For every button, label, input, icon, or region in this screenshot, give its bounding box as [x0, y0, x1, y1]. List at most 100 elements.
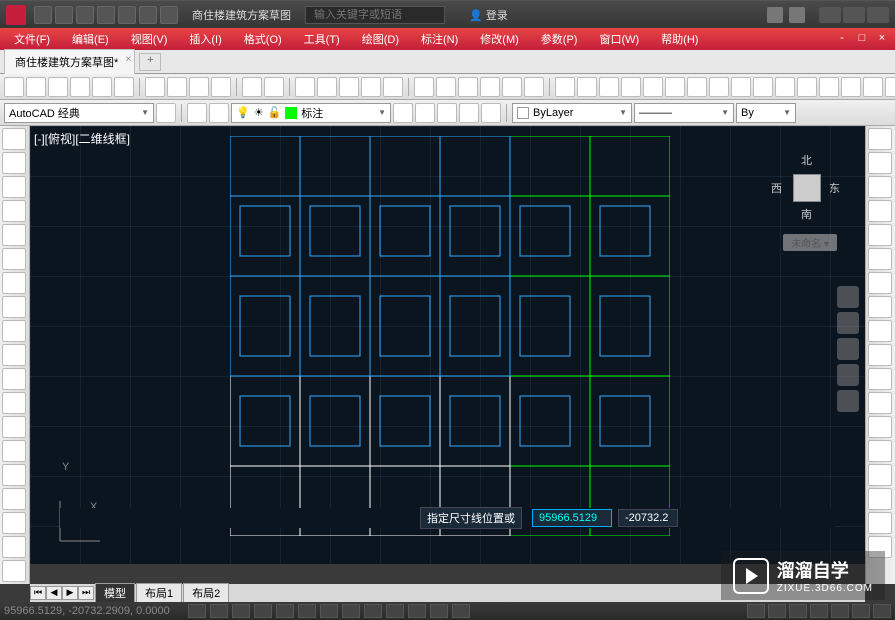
menu-parametric[interactable]: 参数(P) — [531, 28, 588, 50]
exchange-icon[interactable] — [767, 7, 783, 23]
layer-match-icon[interactable] — [481, 103, 501, 123]
isolate-objects-icon[interactable] — [852, 604, 870, 618]
qat-saveas-icon[interactable] — [97, 6, 115, 24]
login-link[interactable]: 👤 登录 — [469, 7, 508, 23]
erase-icon[interactable] — [868, 128, 892, 150]
ortho-mode-icon[interactable] — [232, 604, 250, 618]
menu-edit[interactable]: 编辑(E) — [62, 28, 119, 50]
dim-tolerance-icon[interactable] — [819, 77, 839, 97]
dyn-input-icon[interactable] — [364, 604, 382, 618]
doc-close-button[interactable]: × — [873, 32, 891, 46]
zoom-window-icon[interactable] — [339, 77, 359, 97]
view-cube[interactable]: 北 南 东 西 — [765, 146, 845, 226]
stretch-icon[interactable] — [868, 320, 892, 342]
lineweight-toggle-icon[interactable] — [386, 604, 404, 618]
otrack-icon[interactable] — [320, 604, 338, 618]
selection-cycling-icon[interactable] — [452, 604, 470, 618]
menu-help[interactable]: 帮助(H) — [651, 28, 708, 50]
viewport-label[interactable]: [-][俯视][二维线框] — [34, 130, 130, 147]
rotate-icon[interactable] — [868, 272, 892, 294]
cut-icon[interactable] — [145, 77, 165, 97]
view-name-dropdown[interactable]: 未命名 ▾ — [783, 234, 837, 251]
move-icon[interactable] — [868, 248, 892, 270]
preview-icon[interactable] — [92, 77, 112, 97]
doc-minimize-button[interactable]: - — [833, 32, 851, 46]
markup-icon[interactable] — [502, 77, 522, 97]
join-icon[interactable] — [868, 440, 892, 462]
drawing-canvas[interactable]: [-][俯视][二维线框] — [30, 126, 865, 564]
scale-icon[interactable] — [868, 296, 892, 318]
match-icon[interactable] — [211, 77, 231, 97]
dim-continue-icon[interactable] — [753, 77, 773, 97]
steering-wheel-icon[interactable] — [837, 286, 859, 308]
tab-prev-icon[interactable]: ◀ — [46, 586, 62, 600]
qat-undo-icon[interactable] — [139, 6, 157, 24]
tab-layout2[interactable]: 布局2 — [183, 583, 229, 603]
coord-y-input[interactable] — [618, 509, 678, 527]
undo-icon[interactable] — [242, 77, 262, 97]
viewcube-north[interactable]: 北 — [801, 152, 812, 168]
dim-jogged-icon[interactable] — [885, 77, 895, 97]
maximize-button[interactable] — [843, 7, 865, 23]
zoom-realtime-icon[interactable] — [383, 77, 403, 97]
design-center-icon[interactable] — [436, 77, 456, 97]
qat-redo-icon[interactable] — [160, 6, 178, 24]
osnap-icon[interactable] — [276, 604, 294, 618]
sheet-set-icon[interactable] — [480, 77, 500, 97]
orbit-icon[interactable] — [837, 364, 859, 386]
dim-baseline-icon[interactable] — [731, 77, 751, 97]
dim-space-icon[interactable] — [775, 77, 795, 97]
gradient-icon[interactable] — [2, 488, 26, 510]
hatch-icon[interactable] — [2, 464, 26, 486]
chamfer-icon[interactable] — [868, 464, 892, 486]
new-icon[interactable] — [4, 77, 24, 97]
offset-icon[interactable] — [868, 200, 892, 222]
tab-last-icon[interactable]: ⏭ — [78, 586, 94, 600]
layer-dropdown[interactable]: 💡 ☀ 🔓 标注 ▼ — [231, 103, 391, 123]
quickcalc-icon[interactable] — [524, 77, 544, 97]
help-icon[interactable] — [789, 7, 805, 23]
app-logo-icon[interactable] — [6, 5, 26, 25]
layer-freeze-icon[interactable] — [437, 103, 457, 123]
ducs-icon[interactable] — [342, 604, 360, 618]
revision-cloud-icon[interactable] — [2, 296, 26, 318]
insert-block-icon[interactable] — [2, 392, 26, 414]
transparency-icon[interactable] — [408, 604, 426, 618]
coord-x-input[interactable] — [532, 509, 612, 527]
dim-arc-icon[interactable] — [599, 77, 619, 97]
polyline-icon[interactable] — [2, 176, 26, 198]
fillet-icon[interactable] — [868, 488, 892, 510]
array-icon[interactable] — [868, 224, 892, 246]
spline-icon[interactable] — [2, 320, 26, 342]
layer-isolate-icon[interactable] — [415, 103, 435, 123]
menu-modify[interactable]: 修改(M) — [470, 28, 529, 50]
tab-close-icon[interactable]: × — [125, 54, 131, 65]
quick-properties-icon[interactable] — [430, 604, 448, 618]
viewcube-east[interactable]: 东 — [829, 180, 840, 196]
print-icon[interactable] — [70, 77, 90, 97]
menu-tools[interactable]: 工具(T) — [294, 28, 350, 50]
rectangle-icon[interactable] — [2, 224, 26, 246]
viewcube-west[interactable]: 西 — [771, 180, 782, 196]
polar-tracking-icon[interactable] — [254, 604, 272, 618]
dim-diameter-icon[interactable] — [665, 77, 685, 97]
mirror-icon[interactable] — [868, 176, 892, 198]
viewcube-face[interactable] — [793, 174, 821, 202]
menu-insert[interactable]: 插入(I) — [179, 28, 231, 50]
pan-tool-icon[interactable] — [837, 312, 859, 334]
polygon-icon[interactable] — [2, 200, 26, 222]
workspace-settings-icon[interactable] — [156, 103, 176, 123]
ellipse-arc-icon[interactable] — [2, 368, 26, 390]
tab-first-icon[interactable]: ⏮ — [30, 586, 46, 600]
dim-angular-icon[interactable] — [687, 77, 707, 97]
zoom-previous-icon[interactable] — [361, 77, 381, 97]
snap-mode-icon[interactable] — [188, 604, 206, 618]
qat-plot-icon[interactable] — [118, 6, 136, 24]
dim-quick-icon[interactable] — [709, 77, 729, 97]
new-tab-button[interactable]: + — [139, 53, 161, 71]
copy-icon[interactable] — [167, 77, 187, 97]
line-icon[interactable] — [2, 128, 26, 150]
toolbar-lock-icon[interactable] — [810, 604, 828, 618]
dim-aligned-icon[interactable] — [577, 77, 597, 97]
layer-states-icon[interactable] — [209, 103, 229, 123]
